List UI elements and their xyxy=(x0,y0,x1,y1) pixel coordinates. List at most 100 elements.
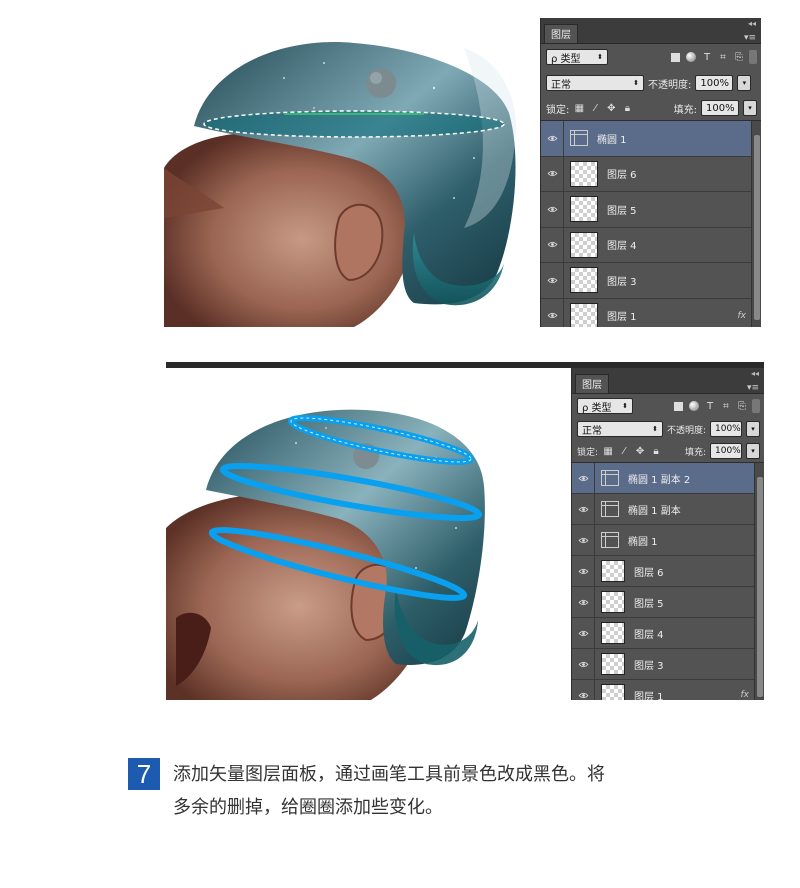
visibility-eye-icon[interactable] xyxy=(541,156,564,191)
visibility-eye-icon[interactable] xyxy=(541,227,564,262)
fill-stepper[interactable]: ▾ xyxy=(746,443,760,459)
visibility-eye-icon[interactable] xyxy=(541,121,564,156)
layer-effects-icon[interactable]: fx xyxy=(741,690,750,700)
blend-mode-dropdown[interactable]: 正常 ⬍ xyxy=(577,421,663,437)
layer-row[interactable]: 图层 6 xyxy=(541,156,761,192)
layer-name[interactable]: 图层 3 xyxy=(634,657,664,672)
layer-thumbnail[interactable] xyxy=(570,231,598,258)
layer-name[interactable]: 椭圆 1 xyxy=(628,533,658,548)
filter-toggle[interactable] xyxy=(752,399,760,413)
smart-object-filter-icon[interactable]: ⎘ xyxy=(733,51,745,63)
layer-row[interactable]: 图层 4 xyxy=(572,618,764,649)
layer-thumbnail[interactable] xyxy=(601,560,625,582)
type-filter-icon[interactable]: T xyxy=(704,400,716,412)
opacity-field[interactable]: 100% xyxy=(710,421,742,437)
opacity-field[interactable]: 100% xyxy=(695,75,734,91)
visibility-eye-icon[interactable] xyxy=(541,298,564,327)
vector-mask-thumbnail-icon[interactable] xyxy=(601,532,619,548)
layer-row[interactable]: 图层 1 fx xyxy=(572,680,764,700)
layer-name[interactable]: 图层 1 xyxy=(634,688,664,701)
layer-row[interactable]: 图层 5 xyxy=(572,587,764,618)
lock-transparency-icon[interactable]: ▦ xyxy=(602,445,614,457)
layer-name[interactable]: 图层 6 xyxy=(634,564,664,579)
layer-name[interactable]: 图层 5 xyxy=(607,202,637,217)
lock-brush-icon[interactable]: ⁄ xyxy=(618,445,630,457)
layer-name[interactable]: 椭圆 1 副本 2 xyxy=(628,471,690,486)
visibility-eye-icon[interactable] xyxy=(572,587,595,617)
lock-move-icon[interactable]: ✥ xyxy=(605,102,617,114)
collapse-icon[interactable]: ◂◂ xyxy=(748,19,756,28)
layers-scrollbar[interactable] xyxy=(751,121,761,327)
layer-thumbnail[interactable] xyxy=(570,267,598,294)
visibility-eye-icon[interactable] xyxy=(572,494,595,524)
layer-name[interactable]: 图层 1 xyxy=(607,308,637,323)
lock-all-icon[interactable]: 🔒︎ xyxy=(650,445,662,457)
image-filter-icon[interactable] xyxy=(672,400,684,412)
layer-row[interactable]: 图层 3 xyxy=(572,649,764,680)
visibility-eye-icon[interactable] xyxy=(572,525,595,555)
layer-name[interactable]: 图层 3 xyxy=(607,273,637,288)
layer-name[interactable]: 椭圆 1 副本 xyxy=(628,502,681,517)
visibility-eye-icon[interactable] xyxy=(572,463,595,493)
layer-effects-icon[interactable]: fx xyxy=(738,311,747,321)
layer-row[interactable]: 椭圆 1 xyxy=(572,525,764,556)
vector-mask-thumbnail-icon[interactable] xyxy=(601,470,619,486)
layer-row[interactable]: 椭圆 1 xyxy=(541,121,761,157)
filter-kind-dropdown[interactable]: ρ 类型 ⬍ xyxy=(577,398,633,414)
visibility-eye-icon[interactable] xyxy=(572,649,595,679)
layer-thumbnail[interactable] xyxy=(601,653,625,675)
shape-filter-icon[interactable]: ⌗ xyxy=(720,400,732,412)
scrollbar-thumb[interactable] xyxy=(757,477,763,697)
visibility-eye-icon[interactable] xyxy=(572,556,595,586)
image-filter-icon[interactable] xyxy=(669,51,681,63)
vector-mask-thumbnail-icon[interactable] xyxy=(601,501,619,517)
filter-kind-dropdown[interactable]: ρ 类型 ⬍ xyxy=(546,49,608,65)
lock-brush-icon[interactable]: ⁄ xyxy=(589,102,601,114)
layer-name[interactable]: 图层 6 xyxy=(607,166,637,181)
layer-thumbnail[interactable] xyxy=(601,684,625,700)
adjustment-filter-icon[interactable] xyxy=(685,51,697,63)
tab-layers[interactable]: 图层 xyxy=(544,24,578,43)
layer-name[interactable]: 椭圆 1 xyxy=(597,131,627,146)
fill-field[interactable]: 100% xyxy=(701,100,739,116)
layer-thumbnail[interactable] xyxy=(601,591,625,613)
opacity-stepper[interactable]: ▾ xyxy=(746,421,760,437)
scrollbar-thumb[interactable] xyxy=(754,135,760,320)
lock-all-icon[interactable]: 🔒︎ xyxy=(621,102,633,114)
layer-row[interactable]: 图层 4 xyxy=(541,227,761,263)
layer-thumbnail[interactable] xyxy=(570,302,598,327)
lock-transparency-icon[interactable]: ▦ xyxy=(573,102,585,114)
layer-thumbnail[interactable] xyxy=(570,196,598,223)
adjustment-filter-icon[interactable] xyxy=(688,400,700,412)
layer-row[interactable]: 椭圆 1 副本 xyxy=(572,494,764,525)
layer-thumbnail[interactable] xyxy=(601,622,625,644)
collapse-icon[interactable]: ◂◂ xyxy=(751,369,759,378)
visibility-eye-icon[interactable] xyxy=(541,192,564,227)
lock-move-icon[interactable]: ✥ xyxy=(634,445,646,457)
tab-layers[interactable]: 图层 xyxy=(575,374,609,393)
visibility-eye-icon[interactable] xyxy=(541,263,564,298)
fill-stepper[interactable]: ▾ xyxy=(743,100,757,116)
layer-row[interactable]: 图层 1 fx xyxy=(541,298,761,327)
type-filter-icon[interactable]: T xyxy=(701,51,713,63)
blend-mode-dropdown[interactable]: 正常 ⬍ xyxy=(546,75,644,91)
fill-field[interactable]: 100% xyxy=(710,443,742,459)
panel-menu-icon[interactable]: ▾≡ xyxy=(744,33,761,43)
shape-filter-icon[interactable]: ⌗ xyxy=(717,51,729,63)
vector-mask-thumbnail-icon[interactable] xyxy=(570,130,588,147)
layer-name[interactable]: 图层 4 xyxy=(607,237,637,252)
layer-row[interactable]: 图层 3 xyxy=(541,263,761,299)
visibility-eye-icon[interactable] xyxy=(572,680,595,700)
layers-scrollbar[interactable] xyxy=(754,463,764,700)
visibility-eye-icon[interactable] xyxy=(572,618,595,648)
filter-toggle[interactable] xyxy=(749,50,757,64)
layer-row[interactable]: 椭圆 1 副本 2 xyxy=(572,463,764,494)
layer-thumbnail[interactable] xyxy=(570,160,598,187)
layer-name[interactable]: 图层 4 xyxy=(634,626,664,641)
opacity-stepper[interactable]: ▾ xyxy=(737,75,752,91)
layer-row[interactable]: 图层 5 xyxy=(541,192,761,228)
layer-name[interactable]: 图层 5 xyxy=(634,595,664,610)
panel-menu-icon[interactable]: ▾≡ xyxy=(747,383,764,393)
smart-object-filter-icon[interactable]: ⎘ xyxy=(736,400,748,412)
layer-row[interactable]: 图层 6 xyxy=(572,556,764,587)
